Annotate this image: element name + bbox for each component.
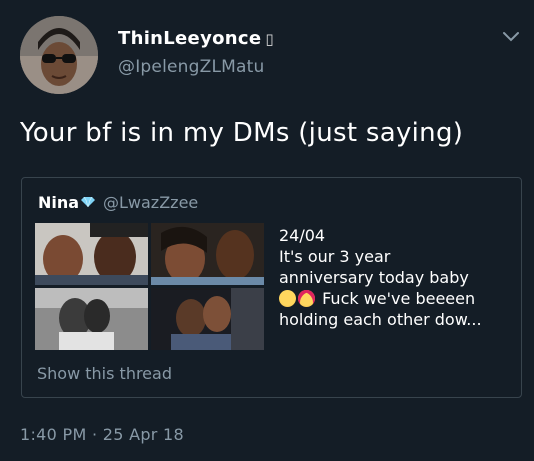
diamond-verified-icon <box>81 197 95 207</box>
heart-eyes-face-icon <box>298 290 315 307</box>
name-badge: ▯ <box>265 30 274 48</box>
user-avatar[interactable] <box>20 16 98 94</box>
pleading-face-icon <box>279 290 296 307</box>
chevron-down-icon[interactable] <box>502 30 520 44</box>
quoted-display-name[interactable]: Nina <box>38 193 79 212</box>
photo-2[interactable] <box>151 223 264 285</box>
avatar-image <box>20 16 98 94</box>
show-thread-link[interactable]: Show this thread <box>37 364 172 383</box>
quoted-line-5: holding each other dow... <box>279 310 482 329</box>
photo-3-image <box>35 288 148 350</box>
quoted-line-4-text: Fuck we've beeeen <box>322 289 476 308</box>
quoted-line-2: It's our 3 year <box>279 247 391 266</box>
display-name-text[interactable]: ThinLeeyonce <box>118 28 261 49</box>
quoted-line-3: anniversary today baby <box>279 268 469 287</box>
quoted-line-1: 24/04 <box>279 226 326 245</box>
quoted-handle[interactable]: @LwazZzee <box>103 193 198 212</box>
quoted-tweet[interactable]: Nina @LwazZzee 24/04 It's our 3 year ann… <box>21 177 522 398</box>
photo-2-image <box>151 223 264 285</box>
photo-1[interactable] <box>35 223 148 285</box>
tweet-text: Your bf is in my DMs (just saying) <box>20 118 464 148</box>
display-name[interactable]: ThinLeeyonce ▯ <box>118 28 274 49</box>
quoted-line-4: Fuck we've beeeen <box>279 288 515 309</box>
photo-4-image <box>151 288 264 350</box>
photo-3[interactable] <box>35 288 148 350</box>
tweet-timestamp[interactable]: 1:40 PM · 25 Apr 18 <box>20 425 184 444</box>
photo-1-image <box>35 223 148 285</box>
quoted-text: 24/04 It's our 3 year anniversary today … <box>279 225 515 330</box>
photo-grid[interactable] <box>35 223 264 350</box>
photo-4[interactable] <box>151 288 264 350</box>
user-handle[interactable]: @IpelengZLMatu <box>118 57 264 77</box>
